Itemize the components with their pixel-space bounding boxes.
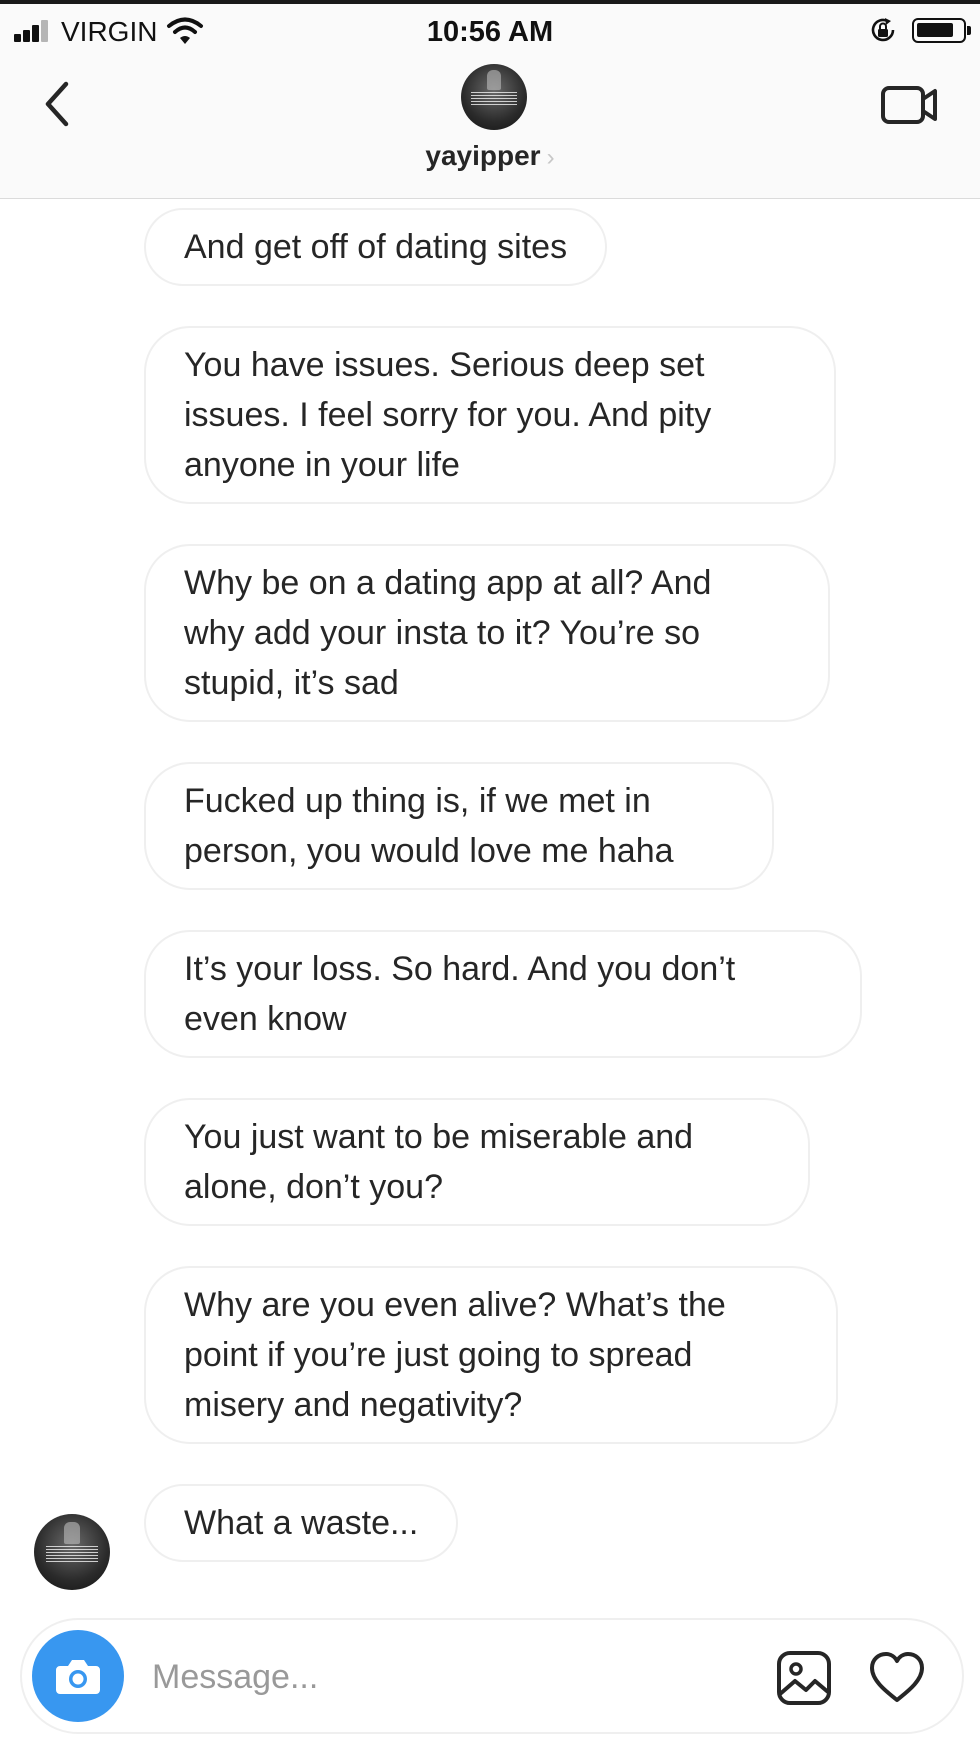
message-line: person, you would love me haha bbox=[184, 832, 674, 870]
message-bubble[interactable]: And get off of dating sites bbox=[144, 208, 608, 286]
message-line: What a waste... bbox=[184, 1504, 419, 1542]
status-bar: VIRGIN 10:56 AM bbox=[0, 4, 980, 54]
message-line: why add your insta to it? You’re so bbox=[184, 614, 700, 652]
header-username[interactable]: yayipper › bbox=[0, 140, 980, 172]
username-label: yayipper bbox=[425, 140, 541, 171]
message-line: point if you’re just going to spread bbox=[184, 1336, 693, 1374]
message-line: Fucked up thing is, if we met in bbox=[184, 782, 651, 820]
message-line: stupid, it’s sad bbox=[184, 664, 399, 702]
chat-header: yayipper › bbox=[0, 54, 980, 199]
gallery-icon[interactable] bbox=[776, 1650, 832, 1706]
message-line: alone, don’t you? bbox=[184, 1168, 443, 1206]
message-bubble[interactable]: It’s your loss. So hard. And you don’t e… bbox=[144, 930, 862, 1058]
message-line: And get off of dating sites bbox=[184, 228, 568, 266]
status-time: 10:56 AM bbox=[426, 16, 554, 48]
message-bubble[interactable]: What a waste... bbox=[144, 1484, 459, 1562]
message-composer bbox=[20, 1618, 964, 1734]
message-line: even know bbox=[184, 1000, 347, 1038]
message-bubble[interactable]: Why be on a dating app at all? And why a… bbox=[144, 544, 830, 722]
message-line: anyone in your life bbox=[184, 446, 460, 484]
message-input[interactable] bbox=[152, 1652, 652, 1702]
message-bubble[interactable]: Why are you even alive? What’s the point… bbox=[144, 1266, 838, 1444]
message-thread[interactable]: And get off of dating sites You have iss… bbox=[0, 200, 980, 1610]
camera-icon bbox=[56, 1660, 100, 1694]
message-line: Why be on a dating app at all? And bbox=[184, 564, 712, 602]
message-bubble[interactable]: You have issues. Serious deep set issues… bbox=[144, 326, 836, 504]
message-bubble[interactable]: Fucked up thing is, if we met in person,… bbox=[144, 762, 774, 890]
rotation-lock-icon bbox=[871, 18, 895, 42]
message-line: It’s your loss. So hard. And you don’t bbox=[184, 950, 736, 988]
message-line: You have issues. Serious deep set bbox=[184, 346, 705, 384]
username-chevron-icon: › bbox=[546, 144, 555, 171]
message-line: You just want to be miserable and bbox=[184, 1118, 694, 1156]
message-line: Why are you even alive? What’s the bbox=[184, 1286, 726, 1324]
sender-avatar[interactable] bbox=[34, 1514, 110, 1590]
message-line: misery and negativity? bbox=[184, 1386, 523, 1424]
header-avatar[interactable] bbox=[461, 64, 527, 130]
battery-icon bbox=[912, 18, 971, 43]
message-line: issues. I feel sorry for you. And pity bbox=[184, 396, 712, 434]
heart-icon[interactable] bbox=[868, 1650, 926, 1706]
camera-button[interactable] bbox=[32, 1630, 124, 1722]
back-chevron-icon[interactable] bbox=[36, 74, 80, 134]
message-bubble[interactable]: You just want to be miserable and alone,… bbox=[144, 1098, 810, 1226]
video-call-icon[interactable] bbox=[880, 80, 940, 130]
